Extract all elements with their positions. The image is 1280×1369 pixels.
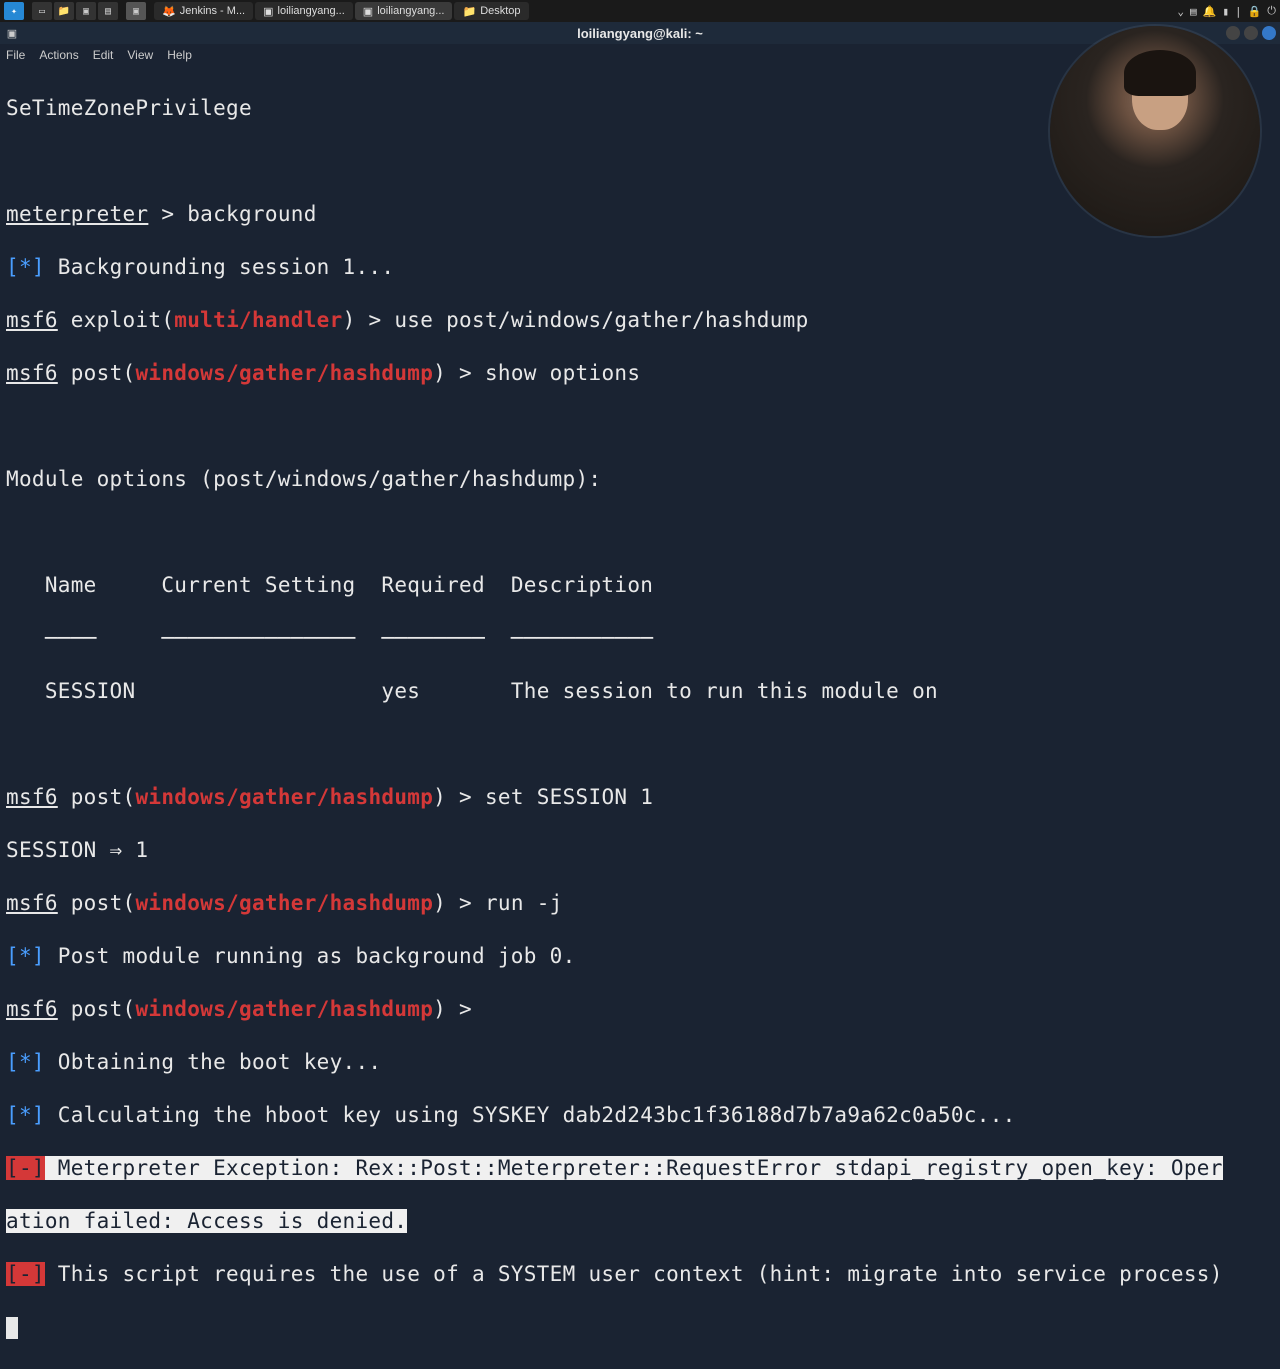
menu-view[interactable]: View	[127, 48, 153, 62]
terminal-line: [*] Obtaining the boot key...	[6, 1049, 1274, 1076]
taskbar-app-icon[interactable]: ▭	[32, 2, 52, 20]
taskbar-tab-terminal-1[interactable]: ▣ loiliangyang...	[255, 2, 353, 20]
window-app-icon: ▣	[4, 25, 20, 41]
tray-chevron-icon[interactable]: ⌄	[1177, 5, 1184, 18]
terminal-error-line: [-] This script requires the use of a SY…	[6, 1261, 1274, 1288]
menu-help[interactable]: Help	[167, 48, 192, 62]
menu-edit[interactable]: Edit	[93, 48, 114, 62]
terminal-icon: ▣	[363, 5, 373, 18]
tray-battery-icon[interactable]: ▮	[1222, 5, 1229, 18]
terminal-line: msf6 post(windows/gather/hashdump) > set…	[6, 784, 1274, 811]
tray-lock-icon[interactable]: 🔒	[1248, 5, 1262, 18]
taskbar-tab-desktop[interactable]: 📁 Desktop	[454, 2, 528, 20]
kali-menu-icon[interactable]: ✦	[4, 2, 24, 20]
taskbar-files-icon[interactable]: 📁	[54, 2, 74, 20]
terminal-line: [*] Post module running as background jo…	[6, 943, 1274, 970]
terminal-line: msf6 post(windows/gather/hashdump) > run…	[6, 890, 1274, 917]
tab-label: loiliangyang...	[377, 5, 444, 17]
window-titlebar: ▣ loiliangyang@kali: ~	[0, 22, 1280, 44]
terminal-error-line: ation failed: Access is denied.	[6, 1208, 1274, 1235]
tray-notification-icon[interactable]: 🔔	[1203, 5, 1217, 18]
terminal-icon: ▣	[263, 5, 273, 18]
taskbar-tray: ⌄ ▤ 🔔 ▮ | 🔒 ⏻	[1177, 4, 1276, 18]
options-header: Name Current Setting Required Descriptio…	[6, 572, 1274, 599]
terminal-line: Module options (post/windows/gather/hash…	[6, 466, 1274, 493]
taskbar-tab-terminal-2[interactable]: ▣ loiliangyang...	[355, 2, 453, 20]
tab-label: Desktop	[480, 5, 520, 17]
window-title: loiliangyang@kali: ~	[577, 26, 703, 41]
options-divider: ──── ─────────────── ──────── ──────────…	[6, 625, 1274, 652]
terminal-content[interactable]: SeTimeZonePrivilege meterpreter > backgr…	[0, 66, 1280, 1369]
tab-label: loiliangyang...	[278, 5, 345, 17]
folder-icon: 📁	[462, 5, 476, 18]
terminal-error-line: [-] Meterpreter Exception: Rex::Post::Me…	[6, 1155, 1274, 1182]
taskbar: ✦ ▭ 📁 ▣ ▤ ▣ 🦊 Jenkins - M... ▣ loiliangy…	[0, 0, 1280, 22]
terminal-line: msf6 post(windows/gather/hashdump) >	[6, 996, 1274, 1023]
taskbar-terminal-icon[interactable]: ▣	[76, 2, 96, 20]
terminal-line: msf6 post(windows/gather/hashdump) > sho…	[6, 360, 1274, 387]
cursor	[6, 1317, 18, 1339]
tab-label: Jenkins - M...	[180, 5, 245, 17]
terminal-line: SESSION ⇒ 1	[6, 837, 1274, 864]
menu-actions[interactable]: Actions	[39, 48, 78, 62]
options-row: SESSION yes The session to run this modu…	[6, 678, 1274, 705]
taskbar-editor-icon[interactable]: ▤	[98, 2, 118, 20]
menu-file[interactable]: File	[6, 48, 25, 62]
terminal-line: msf6 exploit(multi/handler) > use post/w…	[6, 307, 1274, 334]
firefox-icon: 🦊	[162, 5, 176, 18]
window-controls	[1226, 26, 1276, 40]
terminal-cursor-line	[6, 1314, 1274, 1341]
taskbar-active-terminal-icon[interactable]: ▣	[126, 2, 146, 20]
webcam-overlay	[1050, 26, 1260, 236]
tray-power-icon[interactable]: ⏻	[1267, 4, 1276, 18]
terminal-line: [*] Backgrounding session 1...	[6, 254, 1274, 281]
window-minimize-button[interactable]	[1226, 26, 1240, 40]
taskbar-tab-jenkins[interactable]: 🦊 Jenkins - M...	[154, 2, 253, 20]
tray-network-icon[interactable]: ▤	[1190, 5, 1197, 18]
tray-sep: |	[1235, 5, 1242, 18]
window-maximize-button[interactable]	[1244, 26, 1258, 40]
window-close-button[interactable]	[1262, 26, 1276, 40]
terminal-line: [*] Calculating the hboot key using SYSK…	[6, 1102, 1274, 1129]
